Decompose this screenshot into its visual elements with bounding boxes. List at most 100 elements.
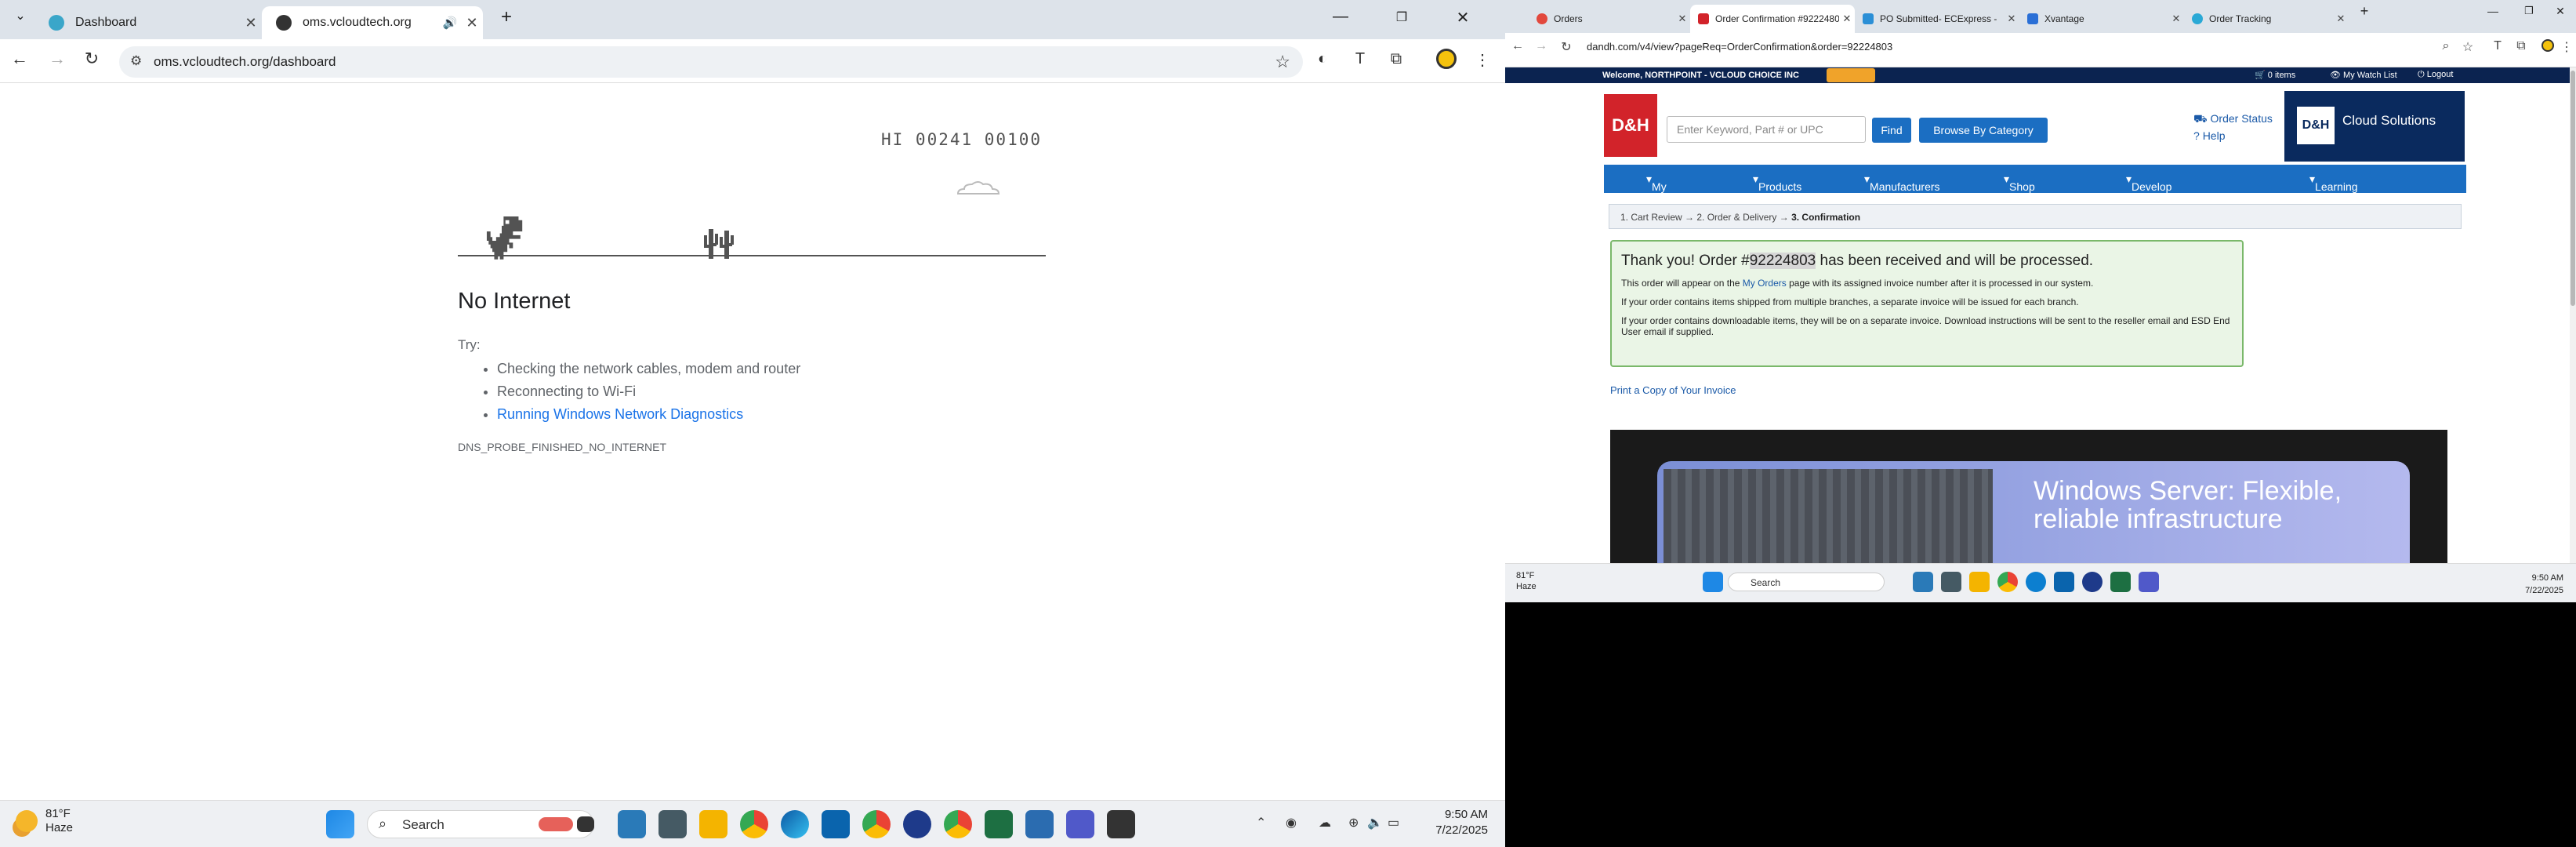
taskbar-search[interactable]: Search <box>1728 573 1885 591</box>
clock[interactable]: 9:50 AM 7/22/2025 <box>1435 807 1488 838</box>
clock[interactable]: 9:50 AM 7/22/2025 <box>2525 572 2563 597</box>
edge-icon[interactable] <box>2026 572 2046 592</box>
file-explorer-icon[interactable] <box>699 810 727 838</box>
extensions-puzzle-icon[interactable]: ⧉ <box>1384 50 1408 68</box>
app-icon[interactable] <box>618 810 646 838</box>
profile-avatar[interactable] <box>2538 39 2557 56</box>
task-view-icon[interactable] <box>577 816 594 832</box>
close-icon[interactable]: ✕ <box>2004 13 2019 25</box>
minimize-icon[interactable]: — <box>2477 5 2509 17</box>
minimize-icon[interactable]: — <box>1325 8 1356 26</box>
reload-icon[interactable]: ↻ <box>80 49 103 69</box>
restore-icon[interactable]: ❐ <box>2513 5 2545 17</box>
forward-icon[interactable]: → <box>45 49 69 69</box>
taskbar-search[interactable]: ⌕ Search <box>367 810 594 838</box>
start-icon[interactable] <box>1703 572 1723 592</box>
chrome-profile-icon[interactable] <box>944 810 972 838</box>
menu-icon[interactable]: ⋮ <box>2557 39 2576 55</box>
extensions-icon[interactable]: ⧉ <box>2512 39 2531 53</box>
page-scrollbar[interactable] <box>2570 67 2576 563</box>
zoom-icon[interactable]: ⌕ <box>2436 39 2455 53</box>
menu-icon[interactable]: ⋮ <box>1471 50 1494 70</box>
zoom-icon[interactable] <box>2082 572 2103 592</box>
speaker-icon[interactable]: 🔊 <box>439 16 461 30</box>
close-icon[interactable]: ✕ <box>240 15 262 31</box>
tab-oms[interactable]: oms.vcloudtech.org 🔊 ✕ <box>262 6 483 39</box>
excel-icon[interactable] <box>985 810 1013 838</box>
teams-icon[interactable] <box>2139 572 2159 592</box>
address-bar[interactable]: ⚙ oms.vcloudtech.org/dashboard ☆ <box>119 46 1303 78</box>
onedrive-icon[interactable]: ☁ <box>1319 815 1331 831</box>
close-icon[interactable]: ✕ <box>1674 13 1690 25</box>
url-text[interactable]: dandh.com/v4/view?pageReq=OrderConfirmat… <box>1587 41 1892 53</box>
dh-logo[interactable]: D&H <box>1604 94 1657 157</box>
cloud-solutions-banner[interactable]: D&H Cloud Solutions <box>2284 91 2465 162</box>
order-status-link[interactable]: ⛟ Order Status <box>2193 110 2273 127</box>
bookmark-star-icon[interactable]: ☆ <box>2458 39 2477 55</box>
scrollbar-thumb[interactable] <box>2571 71 2575 306</box>
nav-learning[interactable]: ▾ Learning & Training <box>2309 173 2358 218</box>
outlook-icon[interactable] <box>2054 572 2074 592</box>
teams-icon[interactable] <box>1066 810 1094 838</box>
close-icon[interactable]: ✕ <box>1839 13 1855 25</box>
new-tab-icon[interactable]: + <box>491 6 522 28</box>
battery-icon[interactable]: ▭ <box>1388 815 1399 831</box>
promo-banner[interactable]: Windows Server: Flexible, reliable infra… <box>1610 430 2447 563</box>
tab-dashboard[interactable]: Dashboard ✕ <box>34 6 262 39</box>
tab-xvantage[interactable]: Xvantage ✕ <box>2019 5 2184 33</box>
tray-app-icon[interactable]: ◉ <box>1286 815 1297 831</box>
app-icon[interactable] <box>1107 810 1135 838</box>
print-invoice-link[interactable]: Print a Copy of Your Invoice <box>1610 384 1736 396</box>
outlook-icon[interactable] <box>822 810 850 838</box>
reload-icon[interactable]: ↻ <box>1557 39 1576 55</box>
dino-icon[interactable] <box>480 216 524 260</box>
extension-icon[interactable]: ◐ <box>1311 50 1334 68</box>
app-icon[interactable] <box>1025 810 1054 838</box>
nav-my-dh[interactable]: ▾ My D&H <box>1646 173 1675 205</box>
cart-link[interactable]: 🛒 0 items <box>2255 70 2295 80</box>
weather-widget[interactable]: 81°F Haze <box>1516 570 1537 592</box>
browse-category-button[interactable]: Browse By Category <box>1919 118 2048 143</box>
logout-link[interactable]: ⏻ Logout <box>2418 70 2453 80</box>
reader-mode-icon[interactable]: T <box>1348 50 1372 68</box>
calculator-icon[interactable] <box>659 810 687 838</box>
chrome-profile-icon[interactable] <box>862 810 891 838</box>
close-icon[interactable]: ✕ <box>461 15 483 31</box>
profile-avatar[interactable] <box>1435 49 1458 74</box>
close-icon[interactable]: ✕ <box>2168 13 2184 25</box>
nav-shop-by[interactable]: ▾ Shop By... <box>2004 173 2035 205</box>
nav-develop-business[interactable]: ▾ Develop Your Business <box>2126 173 2176 218</box>
back-icon[interactable]: ← <box>8 49 31 69</box>
close-icon[interactable]: ✕ <box>2333 13 2349 25</box>
tab-orders[interactable]: Orders ✕ <box>1529 5 1690 33</box>
alert-badge[interactable] <box>1827 68 1875 82</box>
start-icon[interactable] <box>326 810 354 838</box>
nav-manufacturers[interactable]: ▾ Manufacturers <box>1864 173 1940 193</box>
window-close-icon[interactable]: ✕ <box>1447 8 1478 27</box>
new-tab-icon[interactable]: + <box>2349 3 2380 20</box>
weather-widget[interactable]: 81°F Haze <box>16 807 73 835</box>
window-close-icon[interactable]: ✕ <box>2545 5 2576 18</box>
chrome-icon[interactable] <box>1997 572 2018 592</box>
product-search-input[interactable]: Enter Keyword, Part # or UPC <box>1667 116 1866 143</box>
bookmark-star-icon[interactable]: ☆ <box>1275 52 1290 72</box>
tray-chevron-icon[interactable]: ⌃ <box>1256 815 1266 831</box>
volume-icon[interactable]: 🔈 <box>1367 815 1383 831</box>
help-link[interactable]: ? Help <box>2193 127 2273 144</box>
excel-icon[interactable] <box>2110 572 2131 592</box>
nav-products[interactable]: ▾ Products <box>1753 173 1801 193</box>
tab-po-submitted[interactable]: PO Submitted- ECExpress - ✕ <box>1855 5 2019 33</box>
network-icon[interactable]: ⊕ <box>1348 815 1359 831</box>
edge-icon[interactable] <box>781 810 809 838</box>
calculator-icon[interactable] <box>1941 572 1961 592</box>
my-orders-link[interactable]: My Orders <box>1743 278 1787 289</box>
chrome-icon[interactable] <box>740 810 768 838</box>
back-icon[interactable]: ← <box>1508 39 1527 53</box>
forward-icon[interactable]: → <box>1532 39 1551 53</box>
tab-order-confirmation[interactable]: Order Confirmation #92224803 ✕ <box>1690 5 1855 33</box>
file-explorer-icon[interactable] <box>1969 572 1990 592</box>
watch-list-link[interactable]: 👁 My Watch List <box>2330 70 2397 80</box>
diagnostics-link[interactable]: Running Windows Network Diagnostics <box>497 406 743 422</box>
site-info-icon[interactable]: ⚙ <box>130 53 142 69</box>
restore-icon[interactable]: ❐ <box>1386 9 1417 25</box>
